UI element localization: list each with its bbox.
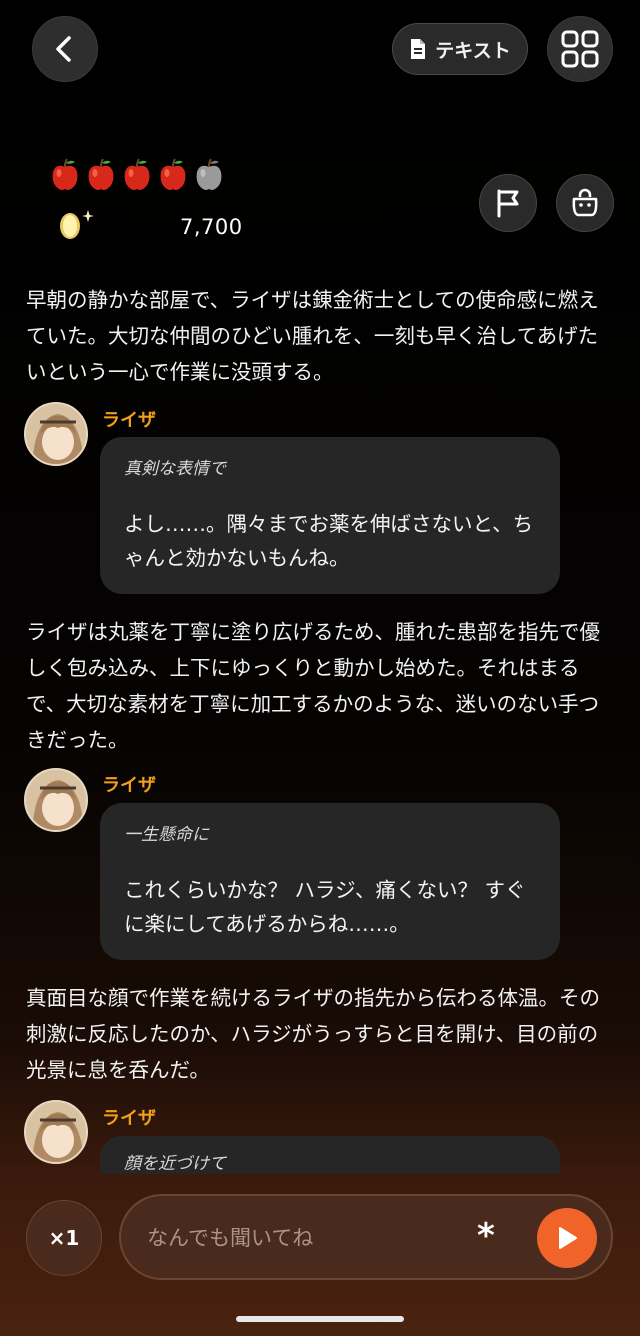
stage-direction: 顔を近づけて: [124, 1154, 226, 1174]
stage-direction: 一生懸命に: [124, 825, 209, 845]
send-button[interactable]: [537, 1208, 597, 1268]
narration-text: 早朝の静かな部屋で、ライザは錬金術士としての使命感に燃えていた。大切な仲間のひど…: [26, 288, 599, 384]
coin-balance: 7,700: [56, 206, 246, 246]
avatar[interactable]: [24, 402, 88, 466]
speed-button[interactable]: ×1: [26, 1200, 102, 1276]
apple-icon: [50, 158, 80, 196]
bag-icon: [572, 188, 598, 217]
message-input[interactable]: [147, 1220, 447, 1256]
chevron-left-icon: [56, 36, 71, 62]
grid-icon: [561, 30, 599, 68]
dialogue-bubble: 顔を近づけて: [100, 1136, 560, 1174]
narration-text: ライザは丸薬を丁寧に塗り広げるため、腫れた患部を指先で優しく包み込み、上下にゆっ…: [26, 620, 600, 752]
coin-count: 7,700: [180, 215, 243, 239]
speaker-name: ライザ: [102, 775, 156, 796]
dialogue-line: よし……。隅々までお薬を伸ばさないと、ちゃんと効かないもんね。: [124, 512, 534, 570]
home-indicator[interactable]: [236, 1316, 404, 1322]
asterisk-button[interactable]: *: [477, 1216, 495, 1256]
speaker-name: ライザ: [102, 410, 156, 431]
speaker-name: ライザ: [102, 1108, 156, 1129]
apple-icon: [122, 158, 152, 196]
avatar[interactable]: [24, 768, 88, 832]
menu-button[interactable]: [547, 16, 613, 82]
text-mode-label: テキスト: [435, 39, 511, 62]
dialogue-bubble: 一生懸命に これくらいかな？ ハラジ、痛くない？ すぐに楽にしてあげるからね………: [100, 803, 560, 960]
coin-icon: [60, 210, 94, 239]
dialogue-bubble: 真剣な表情で よし……。隅々までお薬を伸ばさないと、ちゃんと効かないもんね。: [100, 437, 560, 594]
text-mode-button[interactable]: テキスト: [392, 23, 528, 75]
apple-icon: [158, 158, 188, 196]
narration-text: 真面目な顔で作業を続けるライザの指先から伝わる体温。その刺激に反応したのか、ハラ…: [26, 986, 600, 1082]
speed-label: ×1: [48, 1226, 80, 1250]
play-icon: [559, 1227, 577, 1249]
document-icon: [411, 39, 426, 59]
dialogue-line: これくらいかな？ ハラジ、痛くない？ すぐに楽にしてあげるからね……。: [124, 878, 526, 936]
apple-icon: [194, 158, 224, 196]
report-button[interactable]: [479, 174, 537, 232]
apple-icon: [86, 158, 116, 196]
message-composer: *: [119, 1194, 613, 1280]
apple-meter: [50, 158, 224, 196]
avatar[interactable]: [24, 1100, 88, 1164]
back-button[interactable]: [32, 16, 98, 82]
stage-direction: 真剣な表情で: [124, 459, 226, 479]
shop-button[interactable]: [556, 174, 614, 232]
flag-icon: [497, 189, 519, 218]
